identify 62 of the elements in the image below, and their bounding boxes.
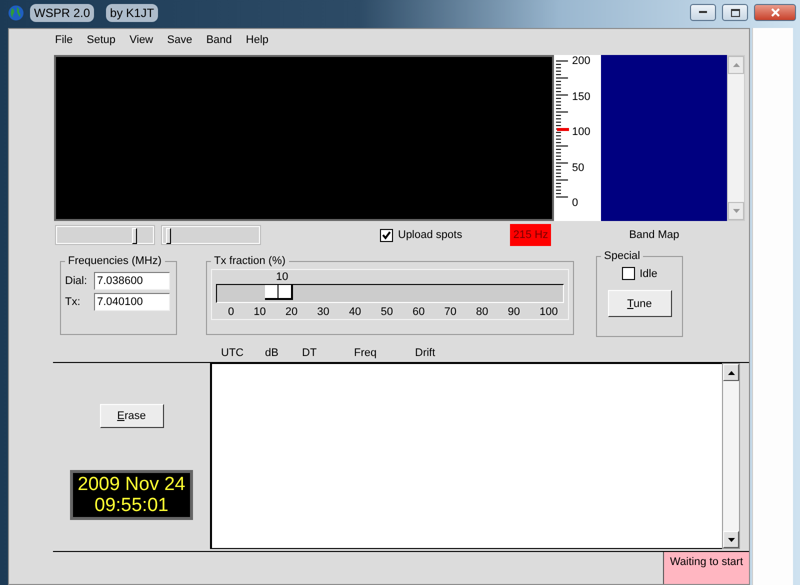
down-arrow-icon [732, 209, 740, 213]
group-title: Tx fraction (%) [213, 255, 287, 267]
clock-time: 09:55:01 [94, 495, 168, 516]
tick-label: 10 [254, 306, 266, 318]
tick-label: 20 [285, 306, 298, 318]
slider-value: 10 [276, 271, 288, 283]
frequency-offset-indicator: 215 Hz [510, 224, 552, 246]
close-button[interactable] [754, 4, 796, 21]
minimize-icon [699, 11, 707, 14]
slider-thumb[interactable] [265, 285, 293, 300]
erase-button[interactable]: Erase [100, 404, 164, 428]
menu-item[interactable]: Setup [86, 34, 116, 50]
minimize-button[interactable] [690, 4, 716, 21]
tick-label: 50 [380, 306, 393, 318]
tick-label: 30 [317, 306, 330, 318]
tick-label: 40 [348, 306, 362, 318]
menu-item[interactable]: Help [246, 34, 269, 50]
checkbox[interactable] [622, 267, 635, 280]
scale-label: 0 [572, 197, 580, 209]
menu-item[interactable]: Save [167, 34, 192, 50]
checkbox-label: Upload spots [398, 229, 462, 241]
tick-label: 0 [228, 306, 234, 318]
status-text: Waiting to start [663, 552, 749, 584]
window-title: WSPR 2.0 [30, 4, 94, 22]
window-subtitle: by K1JT [106, 4, 158, 22]
check-icon [382, 230, 391, 240]
field-label: Tx: [65, 296, 82, 308]
tick-label: 100 [540, 306, 558, 318]
globe-icon [8, 5, 24, 21]
group-title: Frequencies (MHz) [67, 255, 163, 267]
menu-item[interactable]: File [55, 34, 73, 50]
column-header: dB [265, 347, 278, 359]
input-field[interactable]: 7.038600 [94, 272, 170, 290]
tick-label: 90 [508, 306, 520, 318]
scale-label: 200 [572, 55, 590, 67]
band-map-label: Band Map [629, 229, 680, 241]
up-arrow-icon [732, 63, 740, 67]
input-field[interactable]: 7.040100 [94, 293, 170, 311]
tick-label: 60 [412, 306, 425, 318]
tick-label: 70 [444, 306, 456, 318]
close-icon [770, 8, 780, 17]
maximize-icon [730, 8, 740, 16]
column-header: Freq [354, 347, 377, 359]
slider[interactable] [216, 284, 564, 303]
checkbox-label: Idle [640, 268, 658, 280]
menu-item[interactable]: Band [206, 34, 232, 50]
column-header: DT [302, 347, 317, 359]
tune-button[interactable]: Tune [608, 290, 672, 317]
field-label: Dial: [65, 275, 88, 287]
menu-item[interactable]: View [129, 34, 154, 50]
clock-date: 2009 Nov 24 [78, 474, 186, 495]
checkbox[interactable] [380, 228, 393, 242]
maximize-button[interactable] [722, 4, 748, 21]
group-title: Special [603, 250, 642, 262]
down-arrow-icon [728, 538, 734, 542]
tick-label: 80 [476, 306, 488, 318]
up-arrow-icon [728, 370, 734, 374]
column-header: Drift [415, 347, 436, 359]
scale-label: 50 [572, 162, 586, 174]
column-header: UTC [221, 347, 244, 359]
scale-label: 100 [572, 126, 590, 138]
scale-label: 150 [572, 90, 590, 102]
